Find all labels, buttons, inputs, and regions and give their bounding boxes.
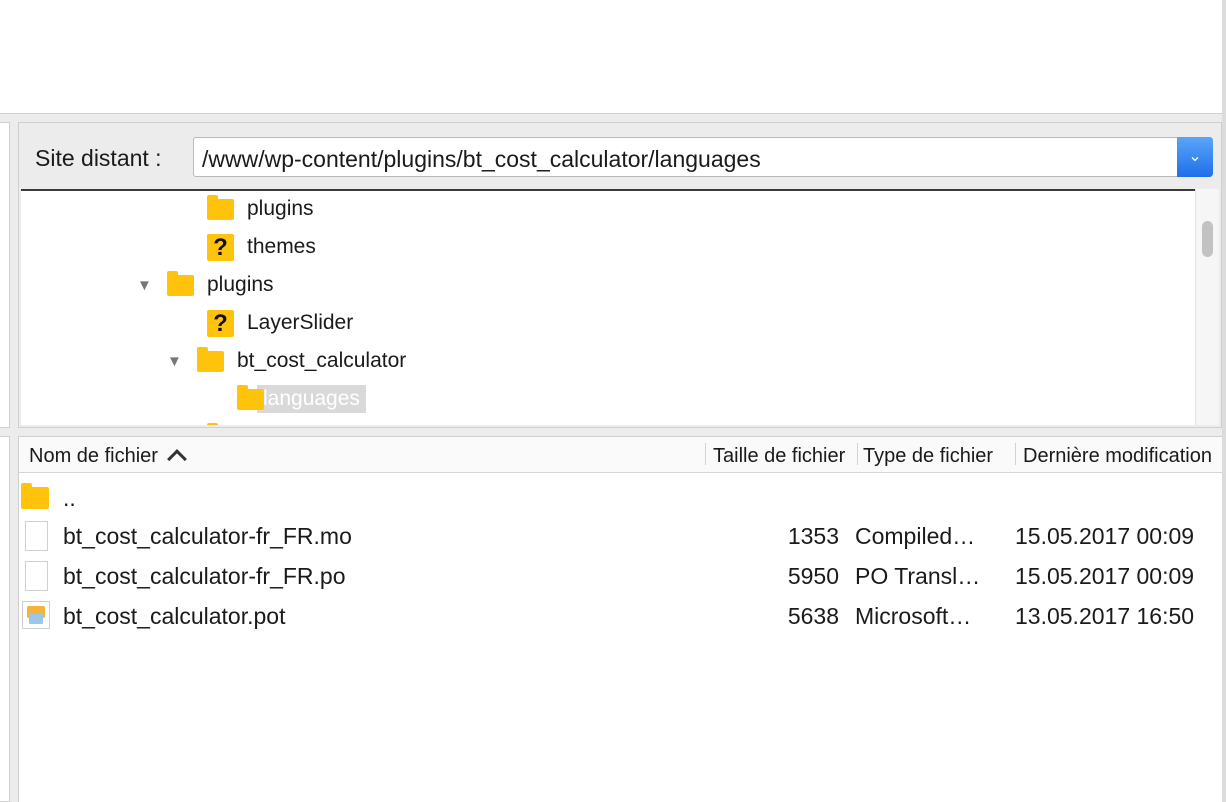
remote-path-combobox[interactable]: /www/wp-content/plugins/bt_cost_calculat… xyxy=(193,137,1213,177)
tree-item-label: languages xyxy=(257,385,366,413)
tree-scrollbar-thumb[interactable] xyxy=(1202,221,1213,257)
unknown-folder-icon: ? xyxy=(207,233,234,261)
file-size: 5950 xyxy=(787,563,839,589)
remote-site-bar: Site distant : /www/wp-content/plugins/b… xyxy=(19,123,1221,189)
tree-item[interactable]: ▼ bt_cost_calculator xyxy=(167,343,406,379)
file-icon xyxy=(25,561,48,591)
tree-item-partial[interactable] xyxy=(207,419,247,425)
tree-item[interactable]: ▼ plugins xyxy=(137,267,274,303)
file-name: bt_cost_calculator-fr_FR.po xyxy=(63,563,346,589)
table-row[interactable]: bt_cost_calculator-fr_FR.po 5950 PO Tran… xyxy=(19,555,1222,595)
column-header-filesize[interactable]: Taille de fichier xyxy=(713,445,855,468)
file-name: bt_cost_calculator.pot xyxy=(63,603,286,629)
remote-file-list: Nom de fichier Taille de fichier Type de… xyxy=(18,436,1222,802)
pot-file-icon xyxy=(22,601,50,629)
path-dropdown-button[interactable]: ⌄ xyxy=(1177,137,1213,177)
remote-site-label: Site distant : xyxy=(35,145,162,171)
expanded-arrow-icon[interactable]: ▼ xyxy=(167,353,197,370)
file-name: .. xyxy=(63,485,76,511)
folder-icon xyxy=(207,194,234,220)
remote-directory-tree: plugins ? themes ▼ plugins ? LayerSlider… xyxy=(21,189,1195,425)
column-divider[interactable] xyxy=(857,443,858,465)
folder-icon xyxy=(197,346,224,372)
tree-item-selected[interactable]: languages xyxy=(237,381,366,417)
unknown-folder-icon: ? xyxy=(207,309,234,337)
tree-item-label: bt_cost_calculator xyxy=(237,349,407,372)
column-divider[interactable] xyxy=(705,443,706,465)
file-size: 1353 xyxy=(787,523,839,549)
tree-item-label: plugins xyxy=(247,197,314,220)
tree-item-label: plugins xyxy=(207,273,274,296)
file-type: Compiled… xyxy=(855,523,976,549)
window-edge xyxy=(1222,0,1226,802)
file-icon xyxy=(25,521,48,551)
folder-icon xyxy=(237,384,264,410)
file-size: 5638 xyxy=(787,603,839,629)
remote-site-panel: Site distant : /www/wp-content/plugins/b… xyxy=(18,122,1222,428)
tree-item-label: themes xyxy=(247,235,316,258)
file-modified: 15.05.2017 00:09 xyxy=(1015,563,1195,589)
tree-item-label: LayerSlider xyxy=(247,311,354,334)
table-row[interactable]: .. xyxy=(19,477,1222,517)
column-header-filename[interactable]: Nom de fichier xyxy=(29,445,699,468)
file-list-header: Nom de fichier Taille de fichier Type de… xyxy=(19,437,1222,473)
file-type: PO Transl… xyxy=(855,563,981,589)
file-modified: 13.05.2017 16:50 xyxy=(1015,603,1195,629)
tree-item[interactable]: ? LayerSlider xyxy=(207,305,353,341)
tree-item[interactable]: ? themes xyxy=(207,229,316,265)
folder-icon xyxy=(167,270,194,296)
file-type: Microsoft… xyxy=(855,603,972,629)
table-row[interactable]: bt_cost_calculator.pot 5638 Microsoft… 1… xyxy=(19,595,1222,635)
column-header-filetype[interactable]: Type de fichier xyxy=(863,445,1015,468)
parent-folder-icon xyxy=(21,483,49,509)
column-divider[interactable] xyxy=(1015,443,1016,465)
local-tree-edge xyxy=(0,122,10,428)
expanded-arrow-icon[interactable]: ▼ xyxy=(137,277,167,294)
message-log xyxy=(0,0,1222,114)
sort-ascending-icon xyxy=(167,449,187,468)
tree-scrollbar[interactable] xyxy=(1195,189,1219,425)
filezilla-window: Site distant : /www/wp-content/plugins/b… xyxy=(0,0,1226,802)
tree-item[interactable]: plugins xyxy=(207,191,314,227)
file-name: bt_cost_calculator-fr_FR.mo xyxy=(63,523,352,549)
column-header-modified[interactable]: Dernière modification xyxy=(1023,445,1222,468)
table-row[interactable]: bt_cost_calculator-fr_FR.mo 1353 Compile… xyxy=(19,515,1222,555)
chevron-down-icon: ⌄ xyxy=(1188,148,1202,165)
remote-path-input[interactable]: /www/wp-content/plugins/bt_cost_calculat… xyxy=(202,146,761,173)
local-list-edge xyxy=(0,436,10,802)
file-modified: 15.05.2017 00:09 xyxy=(1015,523,1195,549)
